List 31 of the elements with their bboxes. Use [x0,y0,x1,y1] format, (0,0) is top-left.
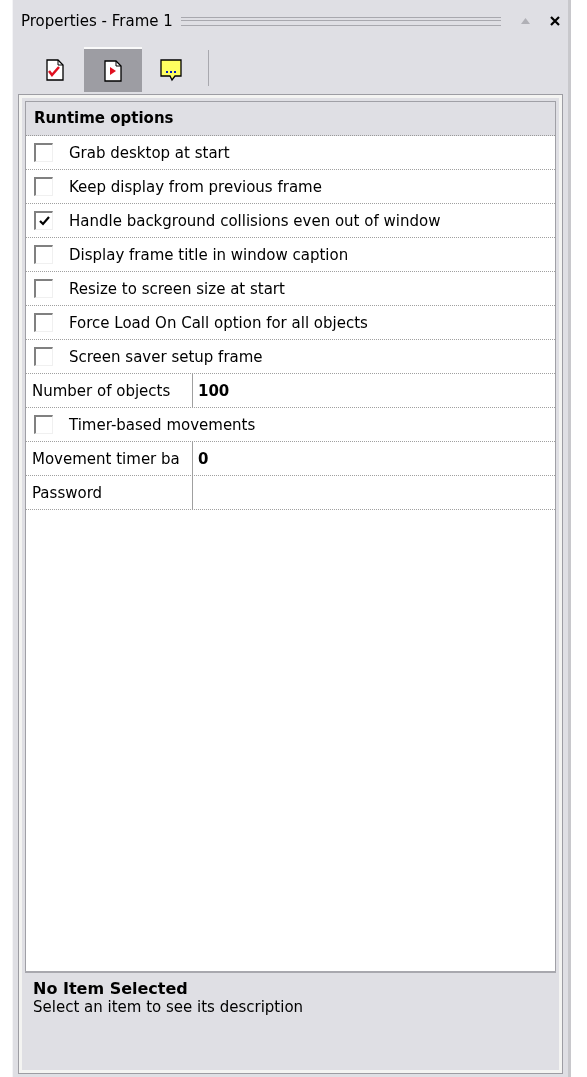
close-icon[interactable] [550,16,560,26]
option-label: Handle background collisions even out of window [69,211,441,230]
property-name: Number of objects [26,374,193,407]
property-name: Movement timer ba [26,442,193,475]
checkbox[interactable] [34,415,53,434]
option-label: Force Load On Call option for all objects [69,313,368,332]
option-label: Display frame title in window caption [69,245,349,264]
checkbox[interactable] [34,313,53,332]
checked-page-icon [44,57,66,82]
option-label: Grab desktop at start [69,143,230,162]
checkbox[interactable] [34,211,53,230]
play-page-icon [102,58,124,83]
description-text: Select an item to see its description [33,998,305,1016]
property-name: Password [26,476,193,509]
description-title: No Item Selected [33,979,189,998]
option-label: Screen saver setup frame [69,347,263,366]
section-header: Runtime options [26,102,555,136]
property-value[interactable]: 100 [193,374,555,407]
option-label: Timer-based movements [69,415,256,434]
checkbox[interactable] [34,177,53,196]
checkbox[interactable] [34,279,53,298]
property-value[interactable]: 0 [193,442,555,475]
panel-title: Properties - Frame 1 [21,12,173,30]
checkmark-icon [38,216,50,226]
checkbox[interactable] [34,245,53,264]
speech-bubble-icon [158,56,184,83]
checkbox[interactable] [34,143,53,162]
toolbar-button[interactable] [84,47,142,92]
checkbox[interactable] [34,347,53,366]
option-label: Resize to screen size at start [69,279,285,298]
option-label: Keep display from previous frame [69,177,322,196]
